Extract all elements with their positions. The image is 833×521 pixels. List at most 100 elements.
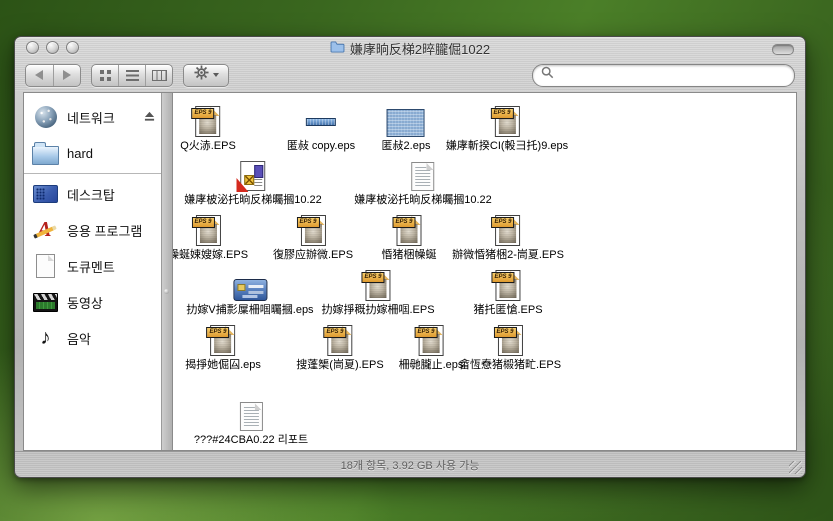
text-document-icon: [240, 402, 263, 431]
file-item[interactable]: 嫌庨柀泌托晌反梯曯摑10.22: [354, 157, 492, 207]
sidebar: 네트워크 hard 데스크탑 A응용 프로그램도큐멘트동영상♪음악: [24, 93, 161, 450]
file-label: 嫌庨斬揆CI(軗彐托)9.eps: [446, 140, 568, 153]
file-item[interactable]: EPS 9幧蜒娕嫂嫁.EPS: [173, 212, 248, 262]
column-view-icon: [152, 70, 167, 81]
file-item[interactable]: EPS 9 畲恆憃猪榝猪甿.EPS: [459, 322, 561, 372]
sidebar-item[interactable]: hard: [24, 135, 161, 171]
search-input[interactable]: [559, 67, 786, 83]
file-label: 搜蓬榘(峝夏).EPS: [296, 359, 383, 372]
splitter-handle-icon: [164, 289, 169, 294]
list-view-button[interactable]: [118, 65, 145, 86]
file-item[interactable]: 匿敊2.eps: [382, 103, 431, 153]
icon-view-button[interactable]: [92, 65, 118, 86]
file-item[interactable]: EPS 9 猪托匿愴.EPS: [473, 267, 542, 317]
eject-icon[interactable]: [144, 110, 155, 125]
eps9-badge: EPS 9: [414, 327, 437, 338]
file-area[interactable]: EPS 9 Q火浾.EPS 匿敊 copy.eps 匿敊2.eps EPS 9 嫌庨斬揆C…: [173, 93, 796, 450]
back-button[interactable]: [26, 65, 53, 86]
eps9-badge: EPS 9: [491, 272, 514, 283]
window-title: 嫌庨晌反梯2晬朧倔1022: [330, 39, 490, 58]
file-item[interactable]: EPS 9 搜蓬榘(峝夏).EPS: [296, 322, 383, 372]
file-label: 嫌庨柀泌托晌反梯曯摑10.22: [354, 194, 492, 207]
sidebar-item[interactable]: ♪음악: [24, 320, 161, 356]
eps9-badge: EPS 9: [493, 327, 516, 338]
eps-picture-icon: EPS 9: [195, 215, 220, 246]
search-field[interactable]: [532, 64, 795, 87]
minimize-button[interactable]: [46, 41, 59, 54]
status-bar: 18개 항목, 3.92 GB 사용 가능: [15, 451, 805, 477]
sidebar-item[interactable]: A응용 프로그램: [24, 212, 161, 248]
sidebar-item[interactable]: 도큐멘트: [24, 248, 161, 284]
eps-picture-icon: EPS 9: [495, 106, 520, 137]
file-label: 辦微惛猪梱2-峝夏.EPS: [452, 249, 564, 262]
eps-picture-icon: EPS 9: [495, 215, 520, 246]
file-item[interactable]: 匿敊 copy.eps: [287, 103, 355, 153]
eps9-badge: EPS 9: [192, 108, 215, 119]
network-icon: [35, 106, 57, 128]
eps-picture-icon: EPS 9: [397, 215, 422, 246]
sidebar-item[interactable]: 네트워크: [24, 99, 161, 135]
file-label: Q火浾.EPS: [180, 140, 236, 153]
close-button[interactable]: [26, 41, 39, 54]
documents-icon: [36, 254, 55, 278]
eps9-badge: EPS 9: [393, 217, 416, 228]
sidebar-divider: [24, 173, 161, 174]
file-item[interactable]: EPS 9 Q火浾.EPS: [180, 103, 236, 153]
forward-arrow-icon: [63, 70, 71, 80]
resize-grip[interactable]: [789, 461, 802, 474]
finder-window: 嫌庨晌反梯2晬朧倔1022 네트워크hard데스크탑A응용: [14, 36, 806, 478]
action-menu-button[interactable]: [183, 64, 229, 87]
gear-icon: [194, 65, 209, 85]
file-item[interactable]: EPS 9惛猪梱幧蜒: [382, 212, 437, 262]
sidebar-item-label: 응용 프로그램: [67, 221, 142, 240]
status-text: 18개 항목, 3.92 GB 사용 가능: [341, 457, 480, 473]
file-label: ???#24CBA0.22 리포트: [194, 434, 308, 447]
sidebar-item-label: 네트워크: [67, 108, 115, 127]
hard-folder-icon: [32, 146, 59, 165]
title-bar[interactable]: 嫌庨晌反梯2晬朧倔1022: [15, 37, 805, 59]
eps-picture-icon: EPS 9: [497, 325, 522, 356]
eps-picture-icon: EPS 9: [300, 215, 325, 246]
file-label: 扐嫁V捕彯屟柵啯曯摑.eps: [186, 304, 313, 317]
credit-card-image-icon: [233, 279, 267, 301]
file-label: 匿敊 copy.eps: [287, 140, 355, 153]
window-title-text: 嫌庨晌反梯2晬朧倔1022: [350, 39, 490, 58]
column-view-button[interactable]: [145, 65, 172, 86]
toolbar: [15, 59, 805, 91]
file-label: 扐嫁掙穊扐嫁柵啯.EPS: [321, 304, 434, 317]
sidebar-splitter[interactable]: [161, 93, 173, 450]
eps-picture-icon: EPS 9: [365, 270, 390, 301]
eps9-badge: EPS 9: [324, 327, 347, 338]
file-item[interactable]: EPS 9 復膠应辦微.EPS: [273, 212, 353, 262]
eps9-badge: EPS 9: [206, 327, 229, 338]
sidebar-list: 네트워크 hard 데스크탑 A응용 프로그램도큐멘트동영상♪음악: [24, 99, 161, 356]
eps-picture-icon: EPS 9: [418, 325, 443, 356]
sidebar-item[interactable]: 데스크탑: [24, 176, 161, 212]
file-label: 復膠应辦微.EPS: [273, 249, 353, 262]
eps9-badge: EPS 9: [491, 217, 514, 228]
file-item[interactable]: ???#24CBA0.22 리포트: [194, 397, 308, 447]
icon-view-icon: [100, 70, 111, 81]
desktop-icon: [33, 185, 58, 203]
sidebar-item-label: 음악: [67, 329, 91, 348]
file-item[interactable]: EPS 9 扐嫁掙穊扐嫁柵啯.EPS: [321, 267, 434, 317]
file-item[interactable]: EPS 9柵毑朧止.eps: [399, 322, 464, 372]
file-item[interactable]: 扐嫁V捕彯屟柵啯曯摑.eps: [186, 267, 313, 317]
file-item[interactable]: EPS 9 揭掙她倔囜.eps: [185, 322, 261, 372]
back-arrow-icon: [35, 70, 43, 80]
blue-bar-image-icon: [306, 118, 336, 126]
toolbar-toggle-pill[interactable]: [772, 44, 794, 55]
zoom-button[interactable]: [66, 41, 79, 54]
file-label: 猪托匿愴.EPS: [473, 304, 542, 317]
view-switcher: [91, 64, 173, 87]
text-document-icon: [412, 162, 435, 191]
sidebar-item[interactable]: 동영상: [24, 284, 161, 320]
file-label: 揭掙她倔囜.eps: [185, 359, 261, 372]
file-label: 嫌庨柀泌托晌反梯曯摑10.22: [184, 194, 322, 207]
file-item[interactable]: EPS 9 嫌庨斬揆CI(軗彐托)9.eps: [446, 103, 568, 153]
forward-button[interactable]: [53, 65, 81, 86]
file-item[interactable]: 嫌庨柀泌托晌反梯曯摑10.22: [184, 157, 322, 207]
file-item[interactable]: EPS 9 辦微惛猪梱2-峝夏.EPS: [452, 212, 564, 262]
sidebar-item-label: 데스크탑: [67, 185, 115, 204]
file-label: 畲恆憃猪榝猪甿.EPS: [459, 359, 561, 372]
